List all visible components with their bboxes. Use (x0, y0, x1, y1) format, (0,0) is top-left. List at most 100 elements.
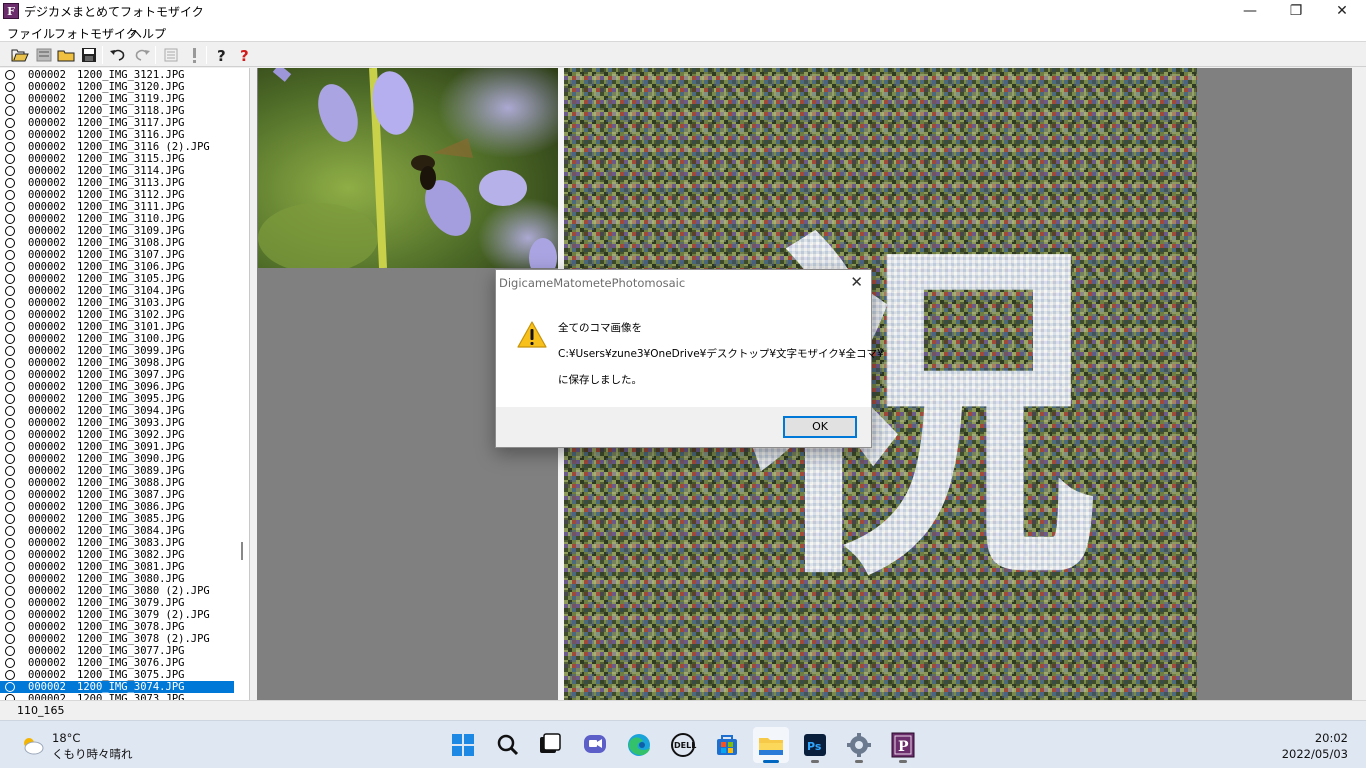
dell-icon[interactable]: DELL (665, 727, 701, 763)
radio-icon[interactable] (5, 370, 15, 380)
file-list-item[interactable]: 000002 1200_IMG_3081.JPG (0, 561, 234, 573)
radio-icon[interactable] (5, 298, 15, 308)
exclamation-icon[interactable] (184, 45, 204, 65)
file-list-item[interactable]: 000002 1200_IMG_3115.JPG (0, 153, 234, 165)
file-list-item[interactable]: 000002 1200_IMG_3094.JPG (0, 405, 234, 417)
radio-icon[interactable] (5, 622, 15, 632)
file-list-item[interactable]: 000002 1200_IMG_3120.JPG (0, 81, 234, 93)
file-list-item[interactable]: 000002 1200_IMG_3100.JPG (0, 333, 234, 345)
radio-icon[interactable] (5, 490, 15, 500)
radio-icon[interactable] (5, 466, 15, 476)
file-list-item[interactable]: 000002 1200_IMG_3086.JPG (0, 501, 234, 513)
radio-icon[interactable] (5, 454, 15, 464)
minimize-button[interactable]: — (1227, 0, 1273, 22)
file-list-item[interactable]: 000002 1200_IMG_3099.JPG (0, 345, 234, 357)
radio-icon[interactable] (5, 118, 15, 128)
file-list[interactable]: 000002 1200_IMG_3073.JPG 000002 1200_IMG_30… (0, 68, 250, 700)
photoshop-icon[interactable]: Ps (797, 727, 833, 763)
radio-icon[interactable] (5, 646, 15, 656)
photomosaic-app-icon[interactable]: P (885, 727, 921, 763)
radio-icon[interactable] (5, 334, 15, 344)
radio-icon[interactable] (5, 634, 15, 644)
file-list-item[interactable]: 000002 1200_IMG_3111.JPG (0, 201, 234, 213)
file-list-item[interactable]: 000002 1200_IMG_3075.JPG (0, 669, 234, 681)
file-list-item[interactable]: 000002 1200_IMG_3083.JPG (0, 537, 234, 549)
file-list-item[interactable]: 000002 1200_IMG_3085.JPG (0, 513, 234, 525)
radio-icon[interactable] (5, 358, 15, 368)
radio-icon[interactable] (5, 130, 15, 140)
clock-date[interactable]: 2022/05/03 (1282, 747, 1348, 761)
file-list-item[interactable]: 000002 1200_IMG_3078.JPG (0, 621, 234, 633)
file-list-item[interactable]: 000002 1200_IMG_3118.JPG (0, 105, 234, 117)
file-list-item[interactable]: 000002 1200_IMG_3082.JPG (0, 549, 234, 561)
radio-icon[interactable] (5, 406, 15, 416)
file-list-item[interactable]: 000002 1200_IMG_3098.JPG (0, 357, 234, 369)
file-list-item[interactable]: 000002 1200_IMG_3121.JPG (0, 69, 234, 81)
file-list-item[interactable]: 000002 1200_IMG_3113.JPG (0, 177, 234, 189)
context-help-icon[interactable]: ? (235, 45, 255, 65)
radio-icon[interactable] (5, 442, 15, 452)
file-list-item[interactable]: 000002 1200_IMG_3109.JPG (0, 225, 234, 237)
file-list-item[interactable]: 000002 1200_IMG_3107.JPG (0, 249, 234, 261)
file-list-item[interactable]: 000002 1200_IMG_3114.JPG (0, 165, 234, 177)
radio-icon[interactable] (5, 682, 15, 692)
redo-icon[interactable] (132, 45, 152, 65)
radio-icon[interactable] (5, 382, 15, 392)
radio-icon[interactable] (5, 142, 15, 152)
settings-icon[interactable] (841, 727, 877, 763)
file-explorer-icon[interactable] (753, 727, 789, 763)
file-list-item[interactable]: 000002 1200_IMG_3073.JPG (0, 693, 234, 700)
list-scroll-thumb[interactable] (241, 542, 243, 560)
file-list-item[interactable]: 000002 1200_IMG_3077.JPG (0, 645, 234, 657)
radio-icon[interactable] (5, 514, 15, 524)
file-list-item[interactable]: 000002 1200_IMG_3079.JPG (0, 597, 234, 609)
file-list-item[interactable]: 000002 1200_IMG_3091.JPG (0, 441, 234, 453)
radio-icon[interactable] (5, 550, 15, 560)
file-list-item[interactable]: 000002 1200_IMG_3104.JPG (0, 285, 234, 297)
radio-icon[interactable] (5, 526, 15, 536)
radio-icon[interactable] (5, 262, 15, 272)
file-list-item[interactable]: 000002 1200_IMG_3084.JPG (0, 525, 234, 537)
radio-icon[interactable] (5, 190, 15, 200)
dialog-close-button[interactable]: ✕ (850, 273, 863, 291)
file-list-item[interactable]: 000002 1200_IMG_3076.JPG (0, 657, 234, 669)
radio-icon[interactable] (5, 538, 15, 548)
close-button[interactable]: ✕ (1319, 0, 1365, 22)
menu-file[interactable]: ファイル (7, 25, 55, 42)
radio-icon[interactable] (5, 502, 15, 512)
list-icon[interactable] (161, 45, 181, 65)
edge-icon[interactable] (621, 727, 657, 763)
file-list-item[interactable]: 000002 1200_IMG_3105.JPG (0, 273, 234, 285)
file-list-item[interactable]: 000002 1200_IMG_3090.JPG (0, 453, 234, 465)
file-list-item[interactable]: 000002 1200_IMG_3092.JPG (0, 429, 234, 441)
radio-icon[interactable] (5, 430, 15, 440)
radio-icon[interactable] (5, 610, 15, 620)
file-list-item[interactable]: 000002 1200_IMG_3080 (2).JPG (0, 585, 234, 597)
radio-icon[interactable] (5, 226, 15, 236)
radio-icon[interactable] (5, 598, 15, 608)
radio-icon[interactable] (5, 562, 15, 572)
radio-icon[interactable] (5, 250, 15, 260)
file-list-item[interactable]: 000002 1200_IMG_3088.JPG (0, 477, 234, 489)
file-list-item[interactable]: 000002 1200_IMG_3108.JPG (0, 237, 234, 249)
file-list-item[interactable]: 000002 1200_IMG_3119.JPG (0, 93, 234, 105)
radio-icon[interactable] (5, 670, 15, 680)
radio-icon[interactable] (5, 478, 15, 488)
file-list-item[interactable]: 000002 1200_IMG_3078 (2).JPG (0, 633, 234, 645)
radio-icon[interactable] (5, 82, 15, 92)
file-list-item[interactable]: 000002 1200_IMG_3112.JPG (0, 189, 234, 201)
file-list-item[interactable]: 000002 1200_IMG_3074.JPG (0, 681, 234, 693)
radio-icon[interactable] (5, 418, 15, 428)
radio-icon[interactable] (5, 106, 15, 116)
file-list-item[interactable]: 000002 1200_IMG_3102.JPG (0, 309, 234, 321)
folder-icon[interactable] (56, 45, 76, 65)
file-list-item[interactable]: 000002 1200_IMG_3079 (2).JPG (0, 609, 234, 621)
radio-icon[interactable] (5, 658, 15, 668)
list-scrollbar[interactable] (235, 68, 249, 700)
radio-icon[interactable] (5, 166, 15, 176)
radio-icon[interactable] (5, 322, 15, 332)
radio-icon[interactable] (5, 178, 15, 188)
radio-icon[interactable] (5, 202, 15, 212)
new-icon[interactable] (34, 45, 54, 65)
weather-temperature[interactable]: 18°C (52, 731, 80, 745)
